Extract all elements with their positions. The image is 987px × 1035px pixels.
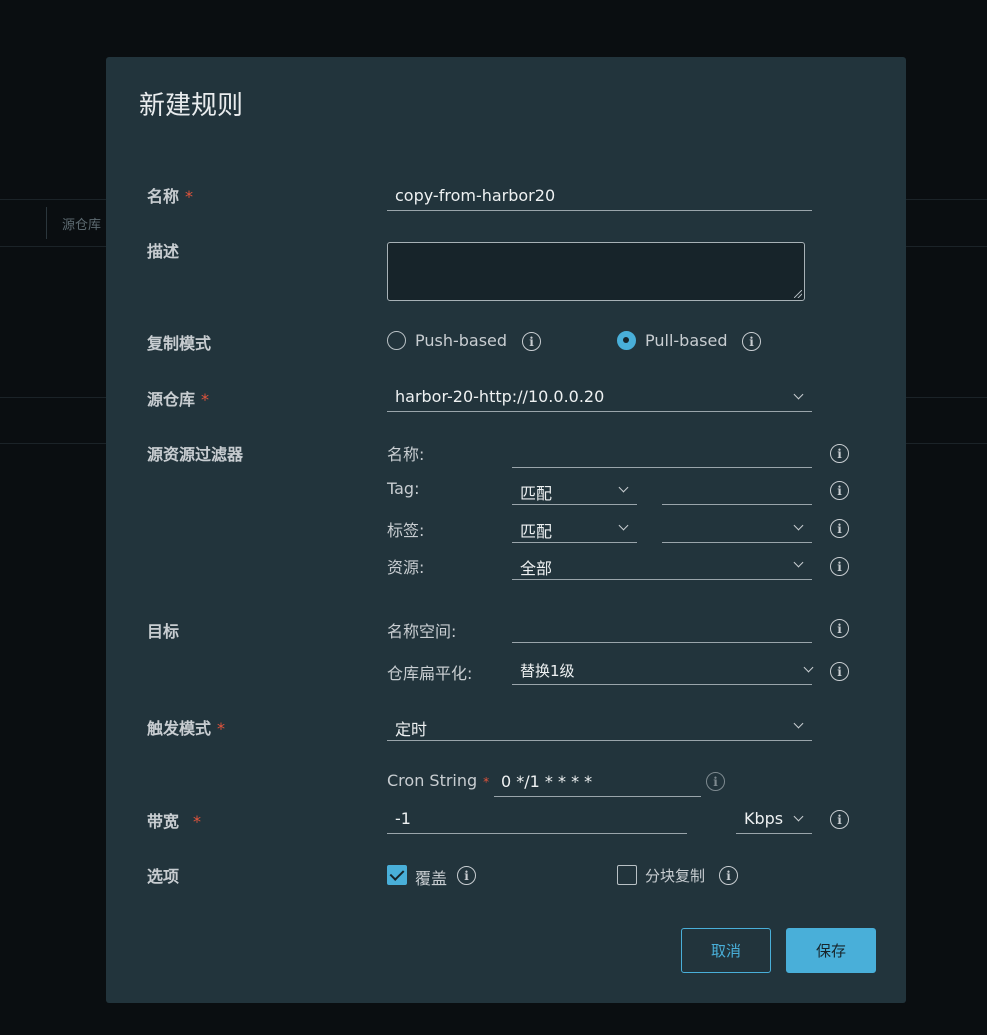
new-rule-dialog: 新建规则 名称 * copy-from-harbor20 描述 复制模式 Push… <box>106 57 906 1003</box>
trigger-mode-select[interactable]: 定时 <box>387 711 812 741</box>
trigger-mode-label: 触发模式 * <box>147 719 226 738</box>
chevron-down-icon <box>793 811 804 822</box>
options-label: 选项 <box>147 867 180 886</box>
source-filter-label: 源资源过滤器 <box>147 445 244 464</box>
source-registry-label: 源仓库 * <box>147 390 210 409</box>
chevron-down-icon <box>618 482 629 493</box>
chevron-down-icon <box>793 557 804 568</box>
cron-string-input[interactable]: 0 */1 * * * * <box>494 767 701 797</box>
chevron-down-icon <box>793 389 804 400</box>
background-column-label: 源仓库 <box>62 218 102 233</box>
flattening-select[interactable]: 替换1级 <box>512 655 814 685</box>
push-based-radio[interactable] <box>387 331 406 350</box>
labels-match-select[interactable]: 匹配 <box>512 513 637 543</box>
info-icon[interactable]: i <box>830 444 849 463</box>
cancel-button[interactable]: 取消 <box>681 928 771 973</box>
description-label: 描述 <box>147 242 180 261</box>
info-icon[interactable]: i <box>522 332 541 351</box>
filter-name-label: 名称: <box>387 445 425 464</box>
bandwidth-unit-select[interactable]: Kbps <box>736 804 812 834</box>
override-checkbox[interactable] <box>387 865 407 885</box>
pull-based-label[interactable]: Pull-based <box>645 331 727 350</box>
chevron-down-icon <box>618 520 629 531</box>
filter-labels-label: 标签: <box>387 521 425 540</box>
push-based-label[interactable]: Push-based <box>415 331 507 350</box>
pull-based-radio[interactable] <box>617 331 636 350</box>
chevron-down-icon <box>803 662 814 673</box>
info-icon[interactable]: i <box>742 332 761 351</box>
name-input[interactable]: copy-from-harbor20 <box>387 181 812 211</box>
save-button[interactable]: 保存 <box>786 928 876 973</box>
dialog-title: 新建规则 <box>139 91 244 121</box>
info-icon[interactable]: i <box>719 866 738 885</box>
resource-select[interactable]: 全部 <box>512 550 812 580</box>
info-icon[interactable]: i <box>457 866 476 885</box>
cron-string-label: Cron String * <box>387 771 490 790</box>
info-icon[interactable]: i <box>830 481 849 500</box>
info-icon[interactable]: i <box>830 810 849 829</box>
info-icon[interactable]: i <box>830 619 849 638</box>
bandwidth-label: 带宽 * <box>147 812 202 831</box>
namespace-label: 名称空间: <box>387 622 457 641</box>
tag-filter-input[interactable] <box>662 475 812 505</box>
chunked-copy-label[interactable]: 分块复制 <box>645 865 705 886</box>
flattening-label: 仓库扁平化: <box>387 664 473 683</box>
filter-tag-label: Tag: <box>387 479 420 498</box>
background-column-divider <box>46 207 47 239</box>
replication-mode-label: 复制模式 <box>147 334 212 353</box>
labels-value-select[interactable] <box>662 513 812 543</box>
destination-label: 目标 <box>147 622 180 641</box>
override-label[interactable]: 覆盖 <box>415 865 447 889</box>
chevron-down-icon <box>793 520 804 531</box>
info-icon[interactable]: i <box>830 557 849 576</box>
namespace-input[interactable] <box>512 613 812 643</box>
description-textarea[interactable] <box>387 242 805 301</box>
tag-match-select[interactable]: 匹配 <box>512 475 637 505</box>
filter-resource-label: 资源: <box>387 558 425 577</box>
filter-name-input[interactable] <box>512 438 812 468</box>
name-label: 名称 * <box>147 187 194 206</box>
info-icon[interactable]: i <box>706 772 725 791</box>
chevron-down-icon <box>793 718 804 729</box>
bandwidth-input[interactable]: -1 <box>387 804 687 834</box>
resize-handle-icon[interactable] <box>794 290 802 298</box>
info-icon[interactable]: i <box>830 662 849 681</box>
info-icon[interactable]: i <box>830 519 849 538</box>
source-registry-select[interactable]: harbor-20-http://10.0.0.20 <box>387 382 812 412</box>
chunked-copy-checkbox[interactable] <box>617 865 637 885</box>
